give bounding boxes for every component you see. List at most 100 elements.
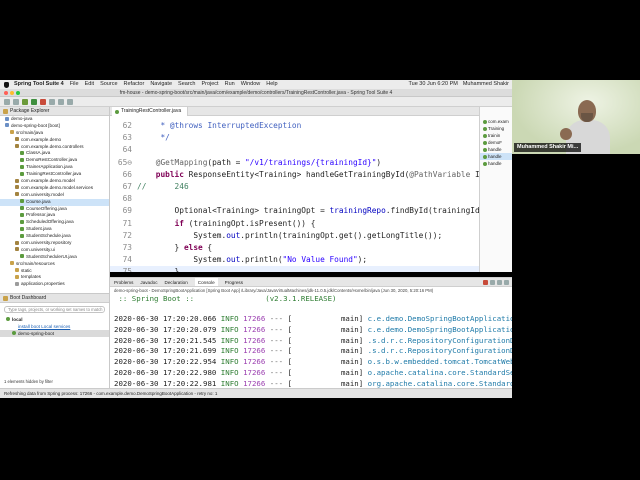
- apple-icon[interactable]: [4, 81, 9, 88]
- tree-item[interactable]: Course.java: [0, 198, 109, 206]
- scroll-lock-icon[interactable]: [497, 280, 502, 285]
- tab-console[interactable]: Console: [194, 278, 218, 286]
- code-line[interactable]: 66 public ResponseEntity<Training> handl…: [110, 169, 479, 181]
- terminate-icon[interactable]: [483, 280, 488, 285]
- code-line[interactable]: 72 System.out.println(trainingOpt.get().…: [110, 230, 479, 242]
- new-icon[interactable]: [4, 98, 10, 105]
- log-line: 2020-06-30 17:20:22.981 INFO 17266 --- […: [114, 379, 512, 388]
- outline-item[interactable]: handle: [480, 146, 512, 153]
- log-pid: 17266: [243, 324, 266, 334]
- install-local-services-link[interactable]: install boot Local services: [0, 323, 109, 330]
- editor-tab-training-rest-controller[interactable]: TrainingRestController.java: [112, 107, 189, 116]
- tree-item[interactable]: com.example.demo.model: [0, 178, 109, 185]
- tree-item[interactable]: application.properties: [0, 281, 109, 288]
- code-line[interactable]: 74 System.out.println("No Value Found");: [110, 254, 479, 266]
- close-window-button[interactable]: [4, 91, 8, 95]
- code-line[interactable]: 71 if (trainingOpt.isPresent()) {: [110, 218, 479, 230]
- tree-item[interactable]: com.university.ui: [0, 247, 109, 254]
- log-thread: [ main]: [287, 378, 364, 388]
- maximize-window-button[interactable]: [16, 91, 20, 95]
- tab-progress[interactable]: Progress: [225, 278, 243, 286]
- log-separator: ---: [265, 378, 288, 388]
- search-icon[interactable]: [49, 98, 55, 105]
- tree-item[interactable]: com.example.demo.model.services: [0, 185, 109, 192]
- tree-item[interactable]: DemoRestController.java: [0, 157, 109, 164]
- tree-item[interactable]: TrainingRestController.java: [0, 171, 109, 178]
- back-icon[interactable]: [58, 98, 64, 105]
- code-line[interactable]: 68: [110, 193, 479, 205]
- proj-icon: [5, 123, 9, 128]
- menu-item-refactor[interactable]: Refactor: [124, 80, 145, 89]
- tree-item[interactable]: Student.java: [0, 226, 109, 233]
- tree-item[interactable]: src/main/java: [0, 130, 109, 137]
- tree-item[interactable]: demo-spring-boot [boot]: [0, 123, 109, 130]
- user-name[interactable]: Muhammed Shakir: [463, 80, 509, 89]
- outline-item[interactable]: Training: [480, 125, 512, 132]
- tree-item[interactable]: StudentSchedulerUI.java: [0, 254, 109, 261]
- save-icon[interactable]: [13, 98, 19, 105]
- tree-item[interactable]: ClassA.java: [0, 150, 109, 157]
- menu-item-run[interactable]: Run: [225, 80, 235, 89]
- boot-dashboard-item[interactable]: demo-spring-boot: [0, 330, 109, 337]
- tree-item[interactable]: TrainerApplication.java: [0, 164, 109, 171]
- code-line[interactable]: 63 */: [110, 132, 479, 144]
- tree-item-label: CourseOffering.java: [26, 205, 67, 211]
- debug-icon[interactable]: [22, 98, 28, 105]
- forward-icon[interactable]: [67, 98, 73, 105]
- code-line[interactable]: 65⊖ @GetMapping(path = "/v1/trainings/{t…: [110, 157, 479, 169]
- menu-app-name[interactable]: Spring Tool Suite 4: [14, 80, 64, 89]
- tree-item[interactable]: com.university.model: [0, 192, 109, 199]
- code-line[interactable]: 73 } else {: [110, 242, 479, 254]
- outline-item[interactable]: demoF: [480, 139, 512, 146]
- menu-item-navigate[interactable]: Navigate: [150, 80, 172, 89]
- tree-item[interactable]: demo-java: [0, 116, 109, 123]
- tab-javadoc[interactable]: Javadoc: [140, 278, 157, 286]
- code-line[interactable]: 62 * @throws InterruptedException: [110, 120, 479, 132]
- boot-dashboard-tab[interactable]: Boot Dashboard: [0, 294, 109, 303]
- tree-item[interactable]: com.example.demo.controllers: [0, 144, 109, 151]
- log-ts: 2020-06-30 17:20:20.066: [114, 314, 217, 323]
- code-line[interactable]: 67 // 246: [110, 181, 479, 193]
- package-explorer-tab[interactable]: Package Explorer: [0, 107, 109, 116]
- tab-problems[interactable]: Problems: [114, 278, 133, 286]
- tree-item[interactable]: com.university.repository: [0, 240, 109, 247]
- tree-item[interactable]: src/main/resources: [0, 261, 109, 268]
- menu-item-help[interactable]: Help: [266, 80, 277, 89]
- menu-item-window[interactable]: Window: [241, 80, 261, 89]
- tree-item[interactable]: CourseOffering.java: [0, 206, 109, 213]
- run-icon[interactable]: [31, 98, 37, 105]
- tree-item[interactable]: ScheduledOffering.java: [0, 219, 109, 226]
- menu-item-edit[interactable]: Edit: [85, 80, 94, 89]
- outline-item[interactable]: com.exam: [480, 118, 512, 125]
- outline-item[interactable]: handle: [480, 160, 512, 167]
- pin-console-icon[interactable]: [504, 280, 509, 285]
- console-output[interactable]: :: Spring Boot :: (v2.3.1.RELEASE) 2020-0…: [110, 294, 512, 388]
- tree-item-label: static: [21, 267, 32, 273]
- tree-item[interactable]: Professor.java: [0, 212, 109, 219]
- menu-item-project[interactable]: Project: [201, 80, 218, 89]
- log-line: 2020-06-30 17:20:21.699 INFO 17266 --- […: [114, 346, 512, 356]
- participant-name-label: Muhammed Shakir Mi...: [514, 143, 582, 152]
- tree-item[interactable]: static: [0, 268, 109, 275]
- tree-item[interactable]: com.example.demo: [0, 137, 109, 144]
- code-text: if (trainingOpt.isPresent()) {: [174, 218, 316, 228]
- stop-icon[interactable]: [40, 98, 46, 105]
- outline-item[interactable]: trainin: [480, 132, 512, 139]
- tree-item[interactable]: templates: [0, 274, 109, 281]
- minimize-window-button[interactable]: [10, 91, 14, 95]
- code-line[interactable]: 64: [110, 144, 479, 156]
- clear-console-icon[interactable]: [490, 280, 495, 285]
- outline-item[interactable]: handle: [480, 153, 512, 160]
- java-icon: [20, 171, 24, 176]
- boot-dashboard-search-input[interactable]: Type tags, projects, or working set name…: [4, 306, 105, 313]
- boot-dashboard-item[interactable]: local: [0, 316, 109, 323]
- menu-item-file[interactable]: File: [70, 80, 79, 89]
- line-number: 62: [122, 121, 132, 130]
- menu-item-search[interactable]: Search: [178, 80, 195, 89]
- tab-declaration[interactable]: Declaration: [165, 278, 188, 286]
- code-line[interactable]: 75 }: [110, 266, 479, 272]
- code-line[interactable]: 69 Optional<Training> trainingOpt = trai…: [110, 205, 479, 217]
- tree-item[interactable]: StudentSchedule.java: [0, 233, 109, 240]
- clock[interactable]: Tue 30 Jun 6:20 PM: [409, 80, 458, 89]
- menu-item-source[interactable]: Source: [100, 80, 117, 89]
